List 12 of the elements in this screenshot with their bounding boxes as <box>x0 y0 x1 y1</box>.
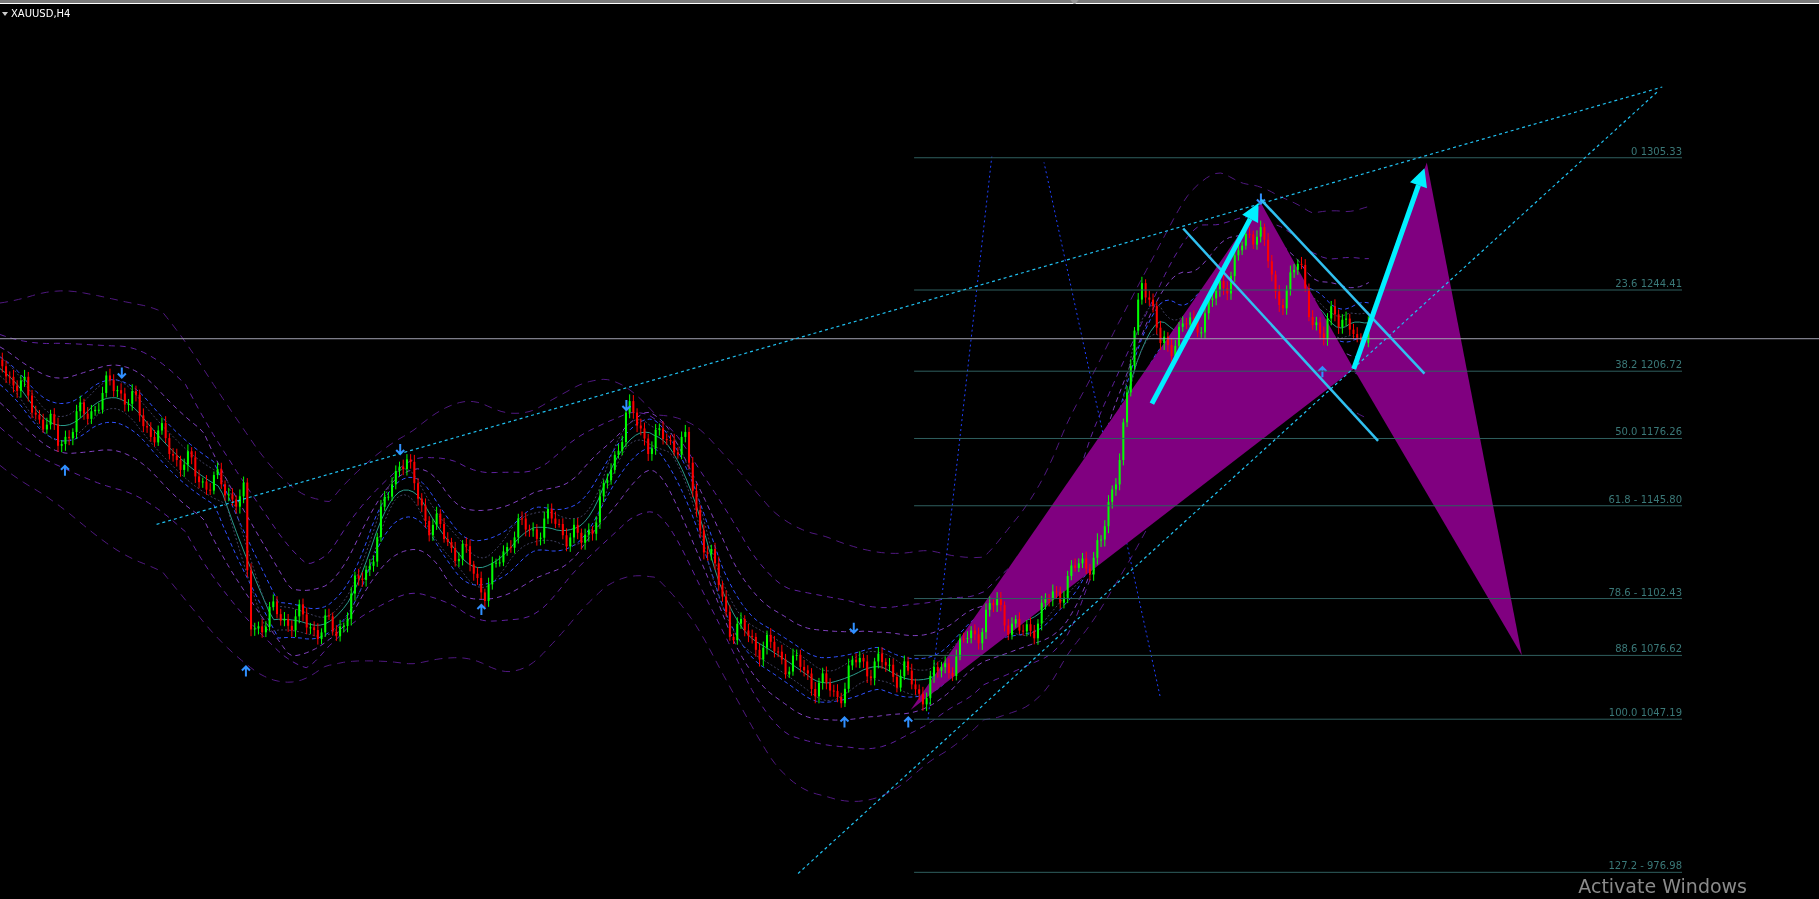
fibonacci-level-label: 100.0 1047.19 <box>1608 707 1682 719</box>
caret-icon <box>2 11 8 16</box>
activation-notice: Activate Windows <box>1578 875 1747 897</box>
fibonacci-level-label: 23.6 1244.41 <box>1615 278 1682 289</box>
fibonacci-level-label: 127.2 - 976.98 <box>1608 860 1682 872</box>
fibonacci-level-label: 38.2 1206.72 <box>1615 359 1682 371</box>
chart-title: XAUUSD,H4 <box>11 8 71 19</box>
fibonacci-level-label: 0 1305.33 <box>1631 145 1682 157</box>
fibonacci-level-label: 50.0 1176.26 <box>1615 426 1682 438</box>
fibonacci-level-label: 61.8 - 1145.80 <box>1608 493 1682 505</box>
fibonacci-level-label: 78.6 - 1102.43 <box>1608 586 1682 598</box>
fibonacci-level-label: 88.6 1076.62 <box>1615 643 1682 655</box>
